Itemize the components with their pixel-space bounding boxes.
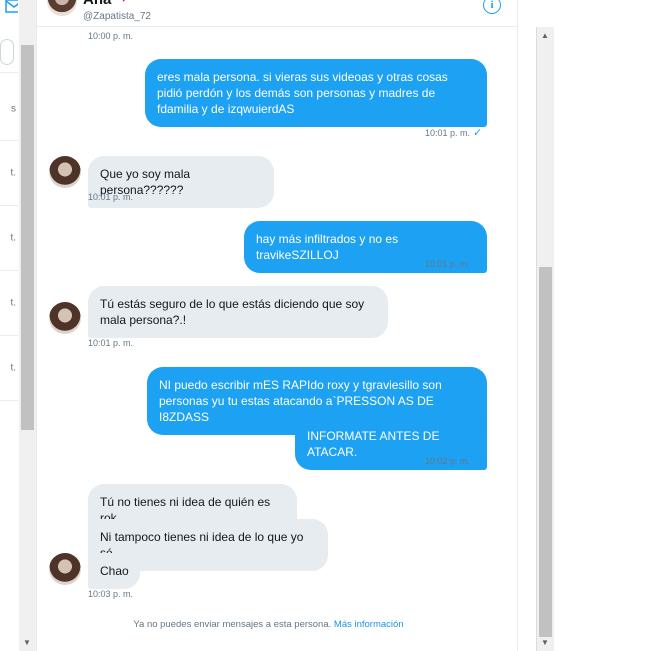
left-list-item[interactable]: t.	[0, 205, 18, 271]
avatar[interactable]	[49, 302, 81, 334]
left-list-item[interactable]: t.	[0, 270, 18, 336]
left-scrollbar-thumb[interactable]	[21, 45, 34, 430]
left-list-item[interactable]	[0, 32, 18, 73]
message-timestamp: 10:01 p. m.	[88, 338, 134, 348]
left-scrollbar[interactable]: ▼	[19, 0, 37, 651]
more-info-link[interactable]: Más información	[334, 619, 404, 630]
cannot-message-notice: Ya no puedes enviar mensajes a esta pers…	[133, 619, 404, 630]
left-list-strip: s t. t. t. t.	[0, 0, 18, 651]
heart-icon: ♥	[121, 0, 126, 4]
info-icon[interactable]: i	[483, 0, 501, 14]
sent-message[interactable]: eres mala persona. si vieras sus videoas…	[145, 59, 487, 127]
conversation-scrollbar-thumb[interactable]	[539, 267, 552, 637]
conversation-scrollbar[interactable]: ▲ ▼	[536, 27, 554, 651]
contact-name[interactable]: Ana	[83, 0, 111, 8]
read-check-icon: ✓	[473, 455, 483, 467]
avatar[interactable]	[49, 553, 81, 585]
contact-handle: @Zapatista_72	[83, 11, 151, 22]
message-timestamp: 10:01 p. m.	[88, 192, 134, 202]
received-message[interactable]: Chao	[88, 553, 140, 589]
scroll-down-arrow-icon[interactable]: ▼	[541, 638, 549, 647]
left-list-item[interactable]: s	[0, 78, 18, 141]
read-check-icon: ✓	[473, 258, 483, 270]
read-check-icon: ✓	[473, 127, 483, 139]
scroll-up-arrow-icon[interactable]: ▲	[541, 31, 549, 40]
message-list: 10:00 p. m. eres mala persona. si vieras…	[37, 27, 500, 651]
message-timestamp: 10:01 p. m. ✓	[425, 258, 483, 270]
avatar[interactable]	[47, 0, 77, 16]
message-timestamp: 10:00 p. m.	[88, 31, 134, 41]
scroll-down-arrow-icon[interactable]: ▼	[23, 638, 31, 647]
message-timestamp: 10:02 p. m. ✓	[425, 455, 483, 467]
left-list-item[interactable]: t.	[0, 140, 18, 206]
avatar[interactable]	[49, 156, 81, 188]
left-list-item[interactable]: t.	[0, 335, 18, 401]
received-message[interactable]: Tú estás seguro de lo que estás diciendo…	[88, 286, 388, 338]
conversation-header: Ana ♥ @Zapatista_72 i	[37, 0, 517, 27]
mail-icon[interactable]	[4, 0, 18, 16]
message-timestamp: 10:03 p. m.	[88, 589, 134, 599]
conversation-panel: Ana ♥ @Zapatista_72 i 10:00 p. m. eres m…	[36, 0, 554, 651]
message-timestamp: 10:01 p. m. ✓	[425, 127, 483, 139]
